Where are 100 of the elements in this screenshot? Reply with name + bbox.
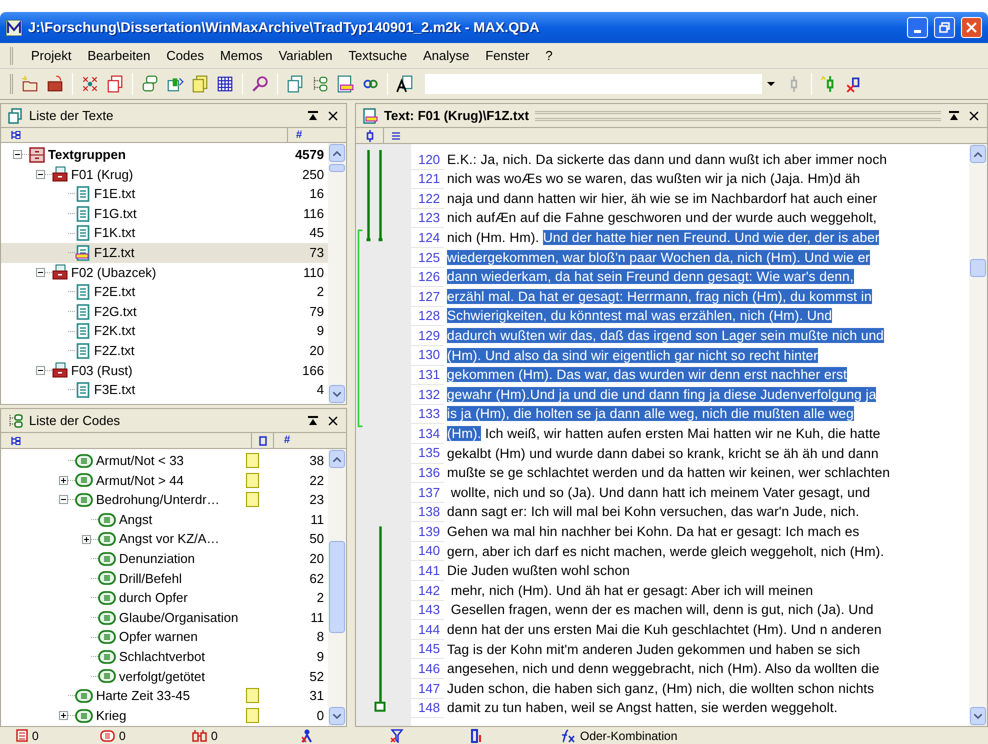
close-button[interactable]: [326, 108, 340, 122]
text-line: mehr, nich (Hm). Und äh hat er gesagt: Aber ich will meinen: [450, 582, 814, 600]
text-line: Tag is der Kohn mit'm anderen Juden gekommen und haben se sich: [447, 640, 860, 659]
tree-row[interactable]: Bedrohung/Unterdr… 23: [1, 490, 328, 510]
collapse-toggle[interactable]: [59, 495, 68, 504]
count-text: 2: [316, 589, 324, 608]
count-text: 250: [301, 166, 324, 184]
tree-row[interactable]: F2E.txt 2: [1, 282, 328, 302]
count-text: 11: [310, 608, 324, 627]
scrollbar-thumb[interactable]: [329, 541, 345, 633]
tree-row[interactable]: F03 (Rust) 166: [1, 360, 328, 380]
menu-item[interactable]: Textsuche: [340, 46, 416, 66]
function-icon: [560, 728, 576, 742]
line-number: 121: [411, 170, 444, 190]
tree-row[interactable]: Opfer warnen 8: [1, 627, 328, 647]
line-number: 129: [411, 326, 444, 346]
line-number: 125: [411, 248, 444, 268]
tree-row[interactable]: F1E.txt 16: [1, 184, 328, 204]
scrollbar[interactable]: [969, 144, 987, 726]
tree-row[interactable]: Glaube/Organisation 11: [1, 608, 328, 628]
window-title: J:\Forschung\Dissertation\WinMaxArchive\TradTyp140901_2.m2k - MAX.QDA: [28, 18, 540, 37]
line-number: 135: [411, 444, 444, 464]
scrollbar[interactable]: [328, 143, 346, 404]
tree-row[interactable]: F1Z.txt 73: [1, 242, 328, 263]
count-text: 16: [308, 185, 324, 204]
tree-row[interactable]: Denunziation 20: [1, 548, 328, 569]
pin-button[interactable]: [306, 414, 320, 428]
expand-toggle[interactable]: [59, 476, 68, 485]
code-icon: [98, 512, 116, 527]
tree-row[interactable]: F2K.txt 9: [1, 321, 328, 341]
count-text: 11: [310, 510, 324, 529]
menu-item[interactable]: Projekt: [23, 46, 80, 66]
document-icon: [75, 323, 91, 340]
line-number: 128: [411, 306, 444, 326]
tree-icon: [11, 436, 21, 446]
tree-row[interactable]: F02 (Ubazcek) 110: [1, 262, 328, 282]
line-number: 145: [411, 640, 444, 660]
tree-row[interactable]: Armut/Not > 44 22: [1, 470, 328, 490]
text-label: F02 (Ubazcek): [71, 264, 156, 282]
tree-row[interactable]: F3E.txt 4: [1, 380, 328, 400]
line-number: 123: [411, 208, 444, 228]
menu-item[interactable]: Fenster: [477, 46, 538, 66]
text-line: angesehen, nich und denn weggebracht, nich (Hm). Also da wollten die: [447, 660, 880, 678]
collapse-toggle[interactable]: [36, 268, 45, 277]
line-number: 140: [411, 542, 444, 562]
menu-item[interactable]: Bearbeiten: [79, 46, 158, 66]
close-icon: [966, 22, 977, 33]
tree-row[interactable]: F1G.txt 116: [1, 204, 328, 224]
code-icon: [98, 669, 116, 684]
tree-row[interactable]: Drill/Befehl 62: [1, 568, 328, 588]
tree-row[interactable]: Angst 11: [1, 510, 328, 530]
tree-row[interactable]: F2Z.txt 20: [1, 340, 328, 361]
restore-icon: [939, 22, 950, 33]
tree-row[interactable]: verfolgt/getötet 52: [1, 666, 328, 686]
tree-row[interactable]: Krieg 0: [1, 706, 328, 726]
column-header[interactable]: #: [284, 432, 290, 449]
code-icon: [75, 473, 93, 488]
menu-item[interactable]: ?: [537, 46, 561, 66]
scrollbar[interactable]: [328, 449, 346, 726]
count-text: 20: [308, 342, 324, 360]
document-icon: [75, 342, 91, 359]
close-button[interactable]: [967, 108, 981, 122]
document-icon: [75, 225, 91, 242]
minimize-button[interactable]: [907, 17, 928, 38]
tree-row[interactable]: F2G.txt 79: [1, 302, 328, 322]
collapse-toggle[interactable]: [36, 366, 45, 375]
collapse-toggle[interactable]: [13, 150, 22, 160]
pin-button[interactable]: [306, 108, 320, 122]
expand-toggle[interactable]: [59, 711, 68, 720]
tree-row[interactable]: durch Opfer 2: [1, 588, 328, 608]
pin-button[interactable]: [947, 108, 961, 122]
tree-row[interactable]: Harte Zeit 33-45 31: [1, 686, 328, 706]
expand-toggle[interactable]: [82, 534, 91, 544]
code-label: Bedrohung/Unterdr…: [96, 491, 220, 510]
close-window-button[interactable]: [961, 17, 982, 38]
menu-item[interactable]: Variablen: [270, 46, 341, 66]
text-label: F3E.txt: [94, 381, 136, 400]
menu-item[interactable]: Codes: [158, 46, 212, 66]
tree-row[interactable]: F1K.txt 45: [1, 223, 328, 243]
code-icon: [98, 571, 116, 586]
text-line: Die Juden wußten wohl schon: [447, 562, 630, 580]
menu-item[interactable]: Memos: [212, 46, 271, 66]
tree-row[interactable]: Schlachtverbot 9: [1, 646, 328, 667]
text-line: damit zu tun haben, weil se Angst hatten, sie werden weggeholt.: [447, 699, 838, 718]
restore-button[interactable]: [934, 17, 955, 38]
code-label: Schlachtverbot: [119, 648, 205, 666]
collapse-toggle[interactable]: [36, 170, 45, 179]
text-label: F1K.txt: [94, 224, 136, 242]
column-header[interactable]: #: [296, 126, 302, 144]
tree-row[interactable]: Angst vor KZ/A… 50: [1, 529, 328, 549]
scrollbar-thumb[interactable]: [329, 164, 345, 172]
tree-row[interactable]: Textgruppen 4579: [1, 145, 328, 165]
tree-row[interactable]: F01 (Krug) 250: [1, 164, 328, 184]
code-label: Angst vor KZ/A…: [119, 530, 220, 548]
combination-mode-text: Oder-Kombination: [580, 728, 678, 744]
scrollbar-thumb[interactable]: [970, 259, 986, 277]
tree-row[interactable]: Armut/Not < 33 38: [1, 451, 328, 471]
text-line: nich aufÆn auf die Fahne geschworen und der wurde auch weggeholt,: [447, 209, 877, 228]
menu-item[interactable]: Analyse: [415, 46, 478, 66]
close-button[interactable]: [326, 414, 340, 428]
